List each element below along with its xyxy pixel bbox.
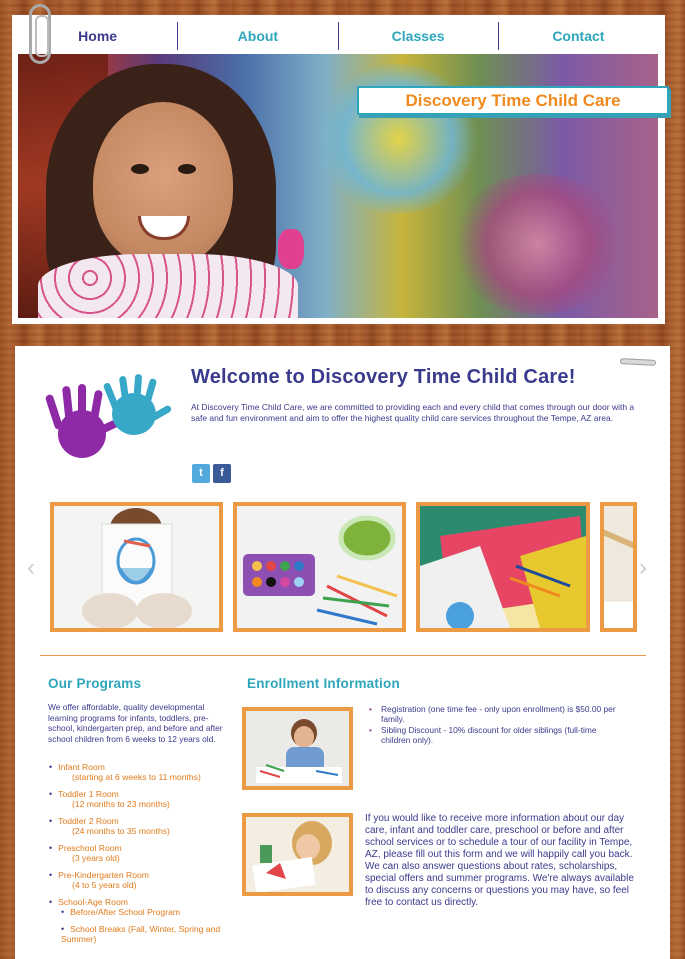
program-detail: School Breaks (Fall, Winter, Spring and … <box>49 924 239 944</box>
program-title: Toddler 1 Room <box>49 789 119 799</box>
social-links: t f <box>192 464 231 483</box>
programs-list: Infant Room (starting at 6 weeks to 11 m… <box>49 762 239 951</box>
welcome-heading: Welcome to Discovery Time Child Care! <box>191 366 576 388</box>
programs-heading: Our Programs <box>48 676 142 691</box>
twitter-icon[interactable]: t <box>192 464 210 483</box>
program-title: Pre-Kindergarten Room <box>49 870 149 880</box>
paint-palette-image <box>237 506 402 628</box>
nav-classes[interactable]: Classes <box>339 22 499 50</box>
child-face <box>93 102 233 267</box>
list-item[interactable]: Infant Room (starting at 6 weeks to 11 m… <box>49 762 239 782</box>
list-item[interactable]: Toddler 2 Room (24 months to 35 months) <box>49 816 239 836</box>
welcome-intro: At Discovery Time Child Care, we are com… <box>191 402 635 423</box>
carousel-item[interactable] <box>233 502 406 632</box>
program-title: Infant Room <box>49 762 105 772</box>
list-item[interactable]: Preschool Room (3 years old) <box>49 843 239 863</box>
nav-about[interactable]: About <box>178 22 339 50</box>
program-detail: (24 months to 35 months) <box>72 826 170 836</box>
contact-paragraph: If you would like to receive more inform… <box>365 813 634 908</box>
hero-paint-splash-pink <box>448 174 628 314</box>
facebook-icon[interactable]: f <box>213 464 231 483</box>
program-title: Toddler 2 Room <box>49 816 119 826</box>
carousel-item[interactable] <box>50 502 223 632</box>
programs-intro: We offer affordable, quality development… <box>48 702 223 744</box>
enrollment-photo-girl <box>242 813 353 896</box>
list-item[interactable]: School-Age Room Before/After School Prog… <box>49 897 239 944</box>
program-detail: (4 to 5 years old) <box>72 880 137 890</box>
carousel-prev-icon[interactable]: ‹ <box>27 554 35 582</box>
handprints-logo <box>45 374 172 458</box>
crayons-image <box>604 506 633 602</box>
program-detail: (12 months to 23 months) <box>72 799 170 809</box>
hair-bow <box>278 229 304 269</box>
child-drawing-image <box>54 506 219 628</box>
carousel-item[interactable] <box>416 502 590 632</box>
program-title: Preschool Room <box>49 843 122 853</box>
enrollment-photo-boy <box>242 707 353 790</box>
program-title: School-Age Room <box>49 897 128 907</box>
boy-drawing-image <box>246 711 349 786</box>
fees-list: Registration (one time fee - only upon e… <box>369 704 619 746</box>
program-detail: (3 years old) <box>72 853 120 863</box>
list-item: Registration (one time fee - only upon e… <box>369 704 619 724</box>
craft-paper-image <box>420 506 586 628</box>
site-title[interactable]: Discovery Time Child Care <box>357 86 669 115</box>
child-eye-right <box>178 164 196 174</box>
program-detail: Before/After School Program <box>49 907 239 917</box>
paperclip-icon <box>29 4 51 64</box>
child-dress <box>38 254 298 318</box>
carousel-next-icon[interactable]: › <box>639 554 647 582</box>
child-eye-left <box>131 164 149 174</box>
program-detail: (starting at 6 weeks to 11 months) <box>72 772 201 782</box>
main-nav: Home About Classes Contact <box>18 22 658 50</box>
list-item: Sibling Discount - 10% discount for olde… <box>369 725 619 745</box>
enrollment-heading: Enrollment Information <box>247 676 400 691</box>
girl-drawing-image <box>246 817 349 892</box>
section-divider <box>40 655 646 656</box>
list-item[interactable]: Toddler 1 Room (12 months to 23 months) <box>49 789 239 809</box>
carousel-item[interactable] <box>600 502 637 632</box>
list-item[interactable]: Pre-Kindergarten Room (4 to 5 years old) <box>49 870 239 890</box>
nav-contact[interactable]: Contact <box>499 22 658 50</box>
